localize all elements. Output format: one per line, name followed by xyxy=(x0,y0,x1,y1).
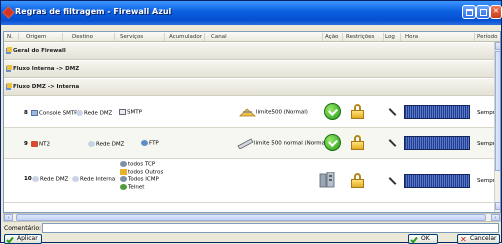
rule-services-list: todos TCP todos Outros Todos ICMP Telnet xyxy=(120,161,163,191)
app-icon xyxy=(2,6,15,19)
rule-channel: limite500 (Normal) xyxy=(239,106,308,118)
rule-row[interactable]: 10 Rede DMZ Rede Interna todos TCP todos… xyxy=(4,159,498,203)
horizontal-scroll-thumb[interactable] xyxy=(16,214,486,221)
time-schedule-grid[interactable] xyxy=(404,174,470,188)
column-header-restrictions[interactable]: Restrições xyxy=(346,34,374,40)
column-header-channel[interactable]: Canal xyxy=(211,34,227,40)
telnet-service-icon xyxy=(120,183,127,190)
comment-input[interactable] xyxy=(42,223,499,233)
rule-destination: Rede DMZ xyxy=(88,141,124,148)
network-icon xyxy=(72,176,79,182)
rule-number: 10 xyxy=(24,176,32,182)
checkmark-icon xyxy=(410,235,419,244)
column-header-period[interactable]: Período xyxy=(477,34,498,40)
accept-action-icon[interactable] xyxy=(324,134,341,151)
rule-origin: Rede DMZ xyxy=(32,176,68,183)
group-label: Fluxo DMZ -> Interna xyxy=(13,84,80,90)
vertical-scroll-thumb[interactable] xyxy=(495,51,500,171)
time-schedule-grid[interactable] xyxy=(404,136,470,150)
title-bar[interactable]: Regras de filtragem - Firewall Azul ✕ xyxy=(1,1,502,25)
group-icon xyxy=(6,83,12,90)
log-icon[interactable] xyxy=(388,177,396,185)
column-header-accumulator[interactable]: Acumulador xyxy=(169,34,202,40)
group-label: Geral do Firewall xyxy=(13,48,66,54)
other-service-icon xyxy=(120,168,127,175)
service-item: Todos ICMP xyxy=(120,176,163,184)
lock-icon[interactable] xyxy=(351,104,364,119)
close-button[interactable]: ✕ xyxy=(490,5,502,19)
icmp-service-icon xyxy=(120,176,127,182)
group-row-internal-to-dmz[interactable]: Fluxo Interna -> DMZ xyxy=(4,61,494,78)
lock-icon[interactable] xyxy=(351,135,364,150)
channel-limit-icon xyxy=(237,138,254,150)
log-icon[interactable] xyxy=(388,108,396,116)
group-icon xyxy=(6,47,12,54)
rule-number: 8 xyxy=(24,110,28,116)
channel-limit-icon xyxy=(239,108,257,117)
time-schedule-grid[interactable] xyxy=(404,105,470,119)
group-row-general[interactable]: Geral do Firewall xyxy=(4,43,494,60)
host-icon xyxy=(31,141,38,147)
log-icon[interactable] xyxy=(388,139,396,147)
group-label: Fluxo Interna -> DMZ xyxy=(13,66,80,72)
rule-row[interactable]: 9 NT2 Rede DMZ FTP limite 500 normal (No… xyxy=(4,128,498,159)
firewall-action-icon[interactable] xyxy=(319,172,336,188)
tcp-service-icon xyxy=(120,161,127,167)
minimize-button[interactable] xyxy=(462,5,476,19)
smtp-service-icon xyxy=(119,109,126,115)
service-item: todos TCP xyxy=(120,161,163,169)
minimize-icon xyxy=(466,9,473,16)
accept-action-icon[interactable] xyxy=(324,103,341,120)
rule-row[interactable]: 8 Console SMTP Rede DMZ SMTP limite500 (… xyxy=(4,97,498,128)
horizontal-scrollbar[interactable]: ‹ › xyxy=(3,213,501,222)
rule-destination: Rede Interna xyxy=(72,176,115,183)
close-icon: ✕ xyxy=(493,7,499,15)
service-item: todos Outros xyxy=(120,168,163,177)
lock-icon[interactable] xyxy=(351,173,364,188)
rule-origin: Console SMTP xyxy=(31,110,78,117)
rule-number: 9 xyxy=(24,141,28,147)
scroll-up-button[interactable] xyxy=(495,42,500,50)
rule-service: SMTP xyxy=(119,109,142,116)
vertical-scrollbar[interactable] xyxy=(494,42,500,212)
group-icon xyxy=(6,65,12,72)
column-header-origin[interactable]: Origem xyxy=(26,34,46,40)
column-header-log[interactable]: Log xyxy=(385,34,395,40)
column-header-services[interactable]: Serviços xyxy=(120,34,143,40)
column-header-action[interactable]: Ação xyxy=(325,34,338,40)
rule-origin: NT2 xyxy=(31,141,50,148)
comment-label: Comentário: xyxy=(4,225,42,232)
ftp-service-icon xyxy=(141,140,148,146)
maximize-button[interactable] xyxy=(476,5,490,19)
rule-channel: limite 500 normal (Normal) xyxy=(237,137,329,150)
rule-destination: Rede DMZ xyxy=(76,110,112,117)
scroll-down-button[interactable] xyxy=(495,202,500,210)
window-title: Regras de filtragem - Firewall Azul xyxy=(15,7,172,16)
column-header-time[interactable]: Hora xyxy=(405,34,418,40)
firewall-rules-window: Regras de filtragem - Firewall Azul ✕ N.… xyxy=(0,0,502,244)
service-item: Telnet xyxy=(120,183,163,192)
rule-service: FTP xyxy=(141,140,159,147)
column-header-destination[interactable]: Destino xyxy=(72,34,93,40)
group-row-dmz-to-internal[interactable]: Fluxo DMZ -> Interna xyxy=(4,79,494,96)
network-icon xyxy=(88,141,95,147)
cancel-icon: ✕ xyxy=(460,235,467,244)
network-icon xyxy=(76,110,83,116)
scroll-right-button[interactable]: › xyxy=(491,214,500,221)
checkmark-icon xyxy=(6,235,15,244)
rules-grid: N. Origem Destino Serviços Acumulador Ca… xyxy=(3,31,501,213)
maximize-icon xyxy=(480,9,487,16)
network-icon xyxy=(32,176,39,182)
scroll-left-button[interactable]: ‹ xyxy=(4,214,13,221)
column-header-number[interactable]: N. xyxy=(7,34,13,40)
console-icon xyxy=(31,110,38,116)
column-header-row: N. Origem Destino Serviços Acumulador Ca… xyxy=(4,32,500,42)
